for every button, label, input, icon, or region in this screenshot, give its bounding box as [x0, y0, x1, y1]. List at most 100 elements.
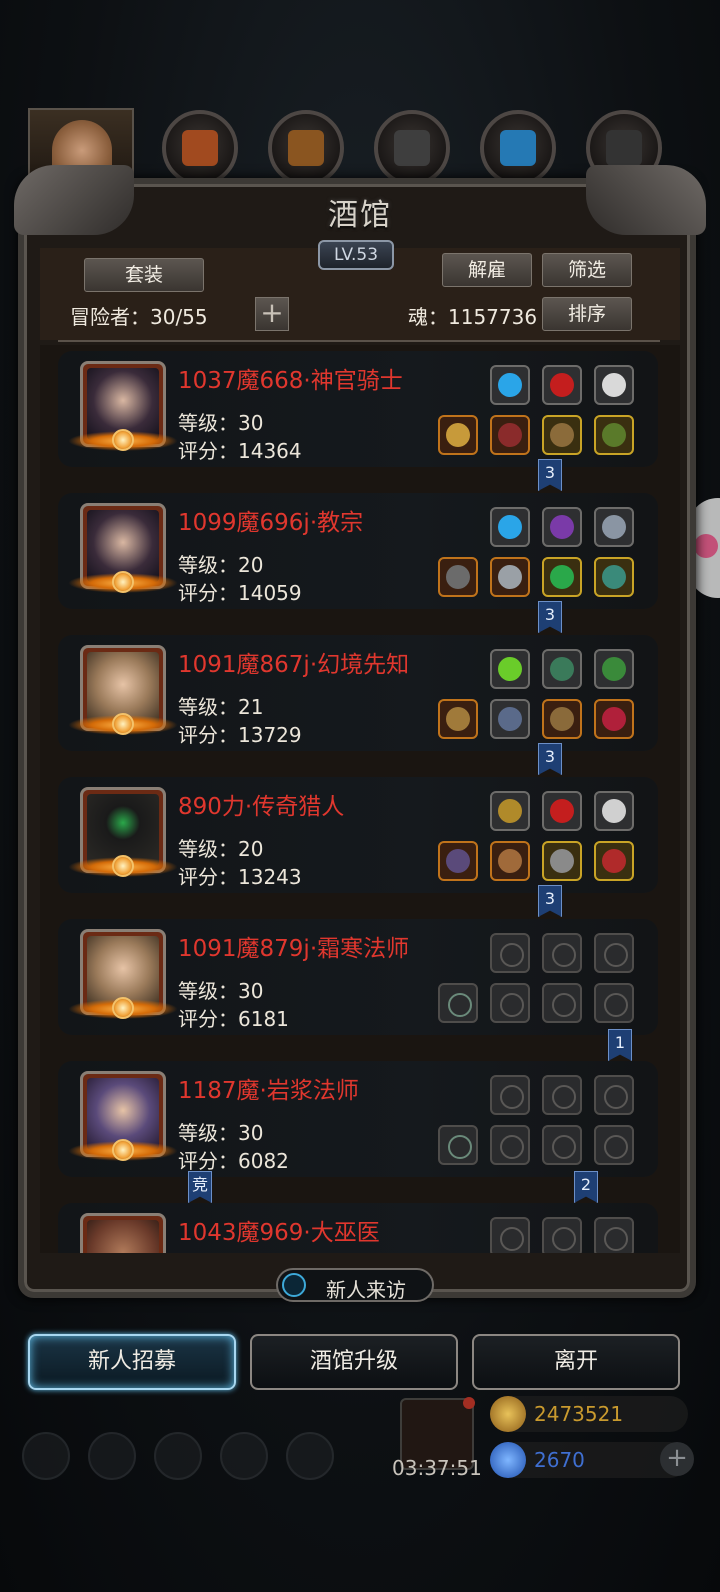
star-badge-icon [68, 429, 178, 451]
gold-amount: 2473521 [534, 1402, 624, 1426]
new-visitor-label: 新人来访 [326, 1278, 406, 1302]
star-badge-icon [68, 997, 178, 1019]
equipment-tab-2[interactable] [268, 110, 344, 186]
gift-timer: 03:37:51 [392, 1456, 482, 1480]
fan-icon[interactable] [594, 791, 634, 831]
wand-icon[interactable] [594, 649, 634, 689]
clock-icon [282, 1273, 306, 1297]
equipment-tab-1[interactable] [162, 110, 238, 186]
arena-tag: 竞 [188, 1171, 212, 1203]
frame-ornament-right [586, 165, 706, 235]
adventurer-card[interactable]: 1037魔668·神官骑士 等级：30 评分：14364 [58, 351, 658, 467]
adventurer-card[interactable]: 1091魔867j·幻境先知 等级：21 评分：13729 [58, 635, 658, 751]
empty-slot-icon[interactable] [542, 933, 582, 973]
leave-button[interactable]: 离开 [472, 1334, 680, 1390]
staff-icon[interactable] [438, 983, 478, 1023]
ring-icon[interactable] [594, 557, 634, 597]
adventurer-name: 890力·传奇猎人 [178, 794, 345, 820]
hammer-icon[interactable] [438, 415, 478, 455]
gold-coin-icon [490, 1396, 526, 1432]
orb-icon[interactable] [490, 507, 530, 547]
adventurer-count: 冒险者：30/55 [70, 305, 208, 329]
staff-icon[interactable] [438, 1125, 478, 1165]
mail-icon[interactable] [220, 1432, 268, 1480]
empty-slot-icon[interactable] [542, 983, 582, 1023]
adventurer-level: 等级：30 [178, 979, 264, 1003]
armor-icon[interactable] [490, 557, 530, 597]
feather-icon[interactable] [594, 365, 634, 405]
empty-slot-icon[interactable] [542, 1125, 582, 1165]
adventurer-card[interactable]: 1099魔696j·教宗 等级：20 评分：14059 [58, 493, 658, 609]
sword-icon[interactable] [438, 841, 478, 881]
upgrade-tavern-button[interactable]: 酒馆升级 [250, 1334, 458, 1390]
adventurer-level: 等级：30 [178, 411, 264, 435]
empty-slot-icon[interactable] [490, 933, 530, 973]
add-slot-button[interactable]: + [255, 297, 289, 331]
rune-icon[interactable] [542, 507, 582, 547]
bracer-icon[interactable] [542, 841, 582, 881]
wood-icon [288, 130, 324, 166]
star-badge-icon [68, 1139, 178, 1161]
gem-red-icon[interactable] [542, 365, 582, 405]
necklace-icon[interactable] [542, 791, 582, 831]
empty-slot-icon[interactable] [594, 983, 634, 1023]
adventurer-name: 1187魔·岩浆法师 [178, 1078, 359, 1104]
recruit-button[interactable]: 新人招募 [28, 1334, 236, 1390]
axe-icon[interactable] [542, 649, 582, 689]
empty-slot-icon[interactable] [594, 1217, 634, 1253]
adventurer-name: 1037魔668·神官骑士 [178, 368, 403, 394]
empty-slot-icon[interactable] [490, 1125, 530, 1165]
filter-button[interactable]: 筛选 [542, 253, 632, 287]
emerald-icon[interactable] [542, 557, 582, 597]
amulet-icon[interactable] [542, 699, 582, 739]
rank-icon[interactable] [154, 1432, 202, 1480]
skull-icon[interactable] [542, 415, 582, 455]
adventurer-card[interactable]: 890力·传奇猎人 等级：20 评分：13243 [58, 777, 658, 893]
dismiss-button[interactable]: 解雇 [442, 253, 532, 287]
adventurer-card[interactable]: 1091魔879j·霜寒法师 等级：30 评分：6181 [58, 919, 658, 1035]
empty-slot-icon[interactable] [490, 1075, 530, 1115]
adventurer-level: 等级：30 [178, 1121, 264, 1145]
equipment-tab-3[interactable] [374, 110, 450, 186]
empty-slot-icon[interactable] [594, 933, 634, 973]
armor-icon[interactable] [490, 841, 530, 881]
heart-icon[interactable] [594, 699, 634, 739]
adventurer-card[interactable]: 1043魔969·大巫医 [58, 1203, 658, 1253]
adventurer-list[interactable]: 1037魔668·神官骑士 等级：30 评分：14364 3 1099魔696j… [40, 345, 680, 1253]
empty-slot-icon[interactable] [594, 1125, 634, 1165]
ore-icon [606, 130, 642, 166]
armor-icon[interactable] [490, 415, 530, 455]
adventurer-card[interactable]: 1187魔·岩浆法师 等级：30 评分：6082 [58, 1061, 658, 1177]
rank-ribbon: 3 [538, 601, 562, 633]
empty-slot-icon[interactable] [542, 1075, 582, 1115]
divider [58, 340, 660, 342]
equipment-tab-4[interactable] [480, 110, 556, 186]
tome-icon[interactable] [594, 507, 634, 547]
gem-display: 2670 [490, 1442, 688, 1478]
rank-ribbon: 1 [608, 1029, 632, 1061]
armor-icon[interactable] [490, 699, 530, 739]
staff-icon[interactable] [438, 699, 478, 739]
star-badge-icon [68, 571, 178, 593]
empty-slot-icon[interactable] [542, 1217, 582, 1253]
star-badge-icon [68, 855, 178, 877]
helm-icon[interactable] [490, 791, 530, 831]
ring-icon[interactable] [594, 841, 634, 881]
tavern-level-badge: LV.53 [318, 240, 394, 270]
add-currency-button[interactable]: + [660, 1442, 694, 1476]
settings-icon[interactable] [22, 1432, 70, 1480]
adventurer-score: 评分：13243 [178, 865, 302, 889]
shop-icon[interactable] [286, 1432, 334, 1480]
orb-icon[interactable] [490, 365, 530, 405]
empty-slot-icon[interactable] [490, 1217, 530, 1253]
ring-icon[interactable] [594, 415, 634, 455]
new-visitor-button[interactable]: 新人来访 [276, 1268, 434, 1302]
crystal-icon[interactable] [490, 649, 530, 689]
sort-button[interactable]: 排序 [542, 297, 632, 331]
set-button[interactable]: 套装 [84, 258, 204, 292]
achievement-icon[interactable] [88, 1432, 136, 1480]
empty-slot-icon[interactable] [594, 1075, 634, 1115]
staff-icon[interactable] [438, 557, 478, 597]
rank-ribbon: 3 [538, 743, 562, 775]
empty-slot-icon[interactable] [490, 983, 530, 1023]
